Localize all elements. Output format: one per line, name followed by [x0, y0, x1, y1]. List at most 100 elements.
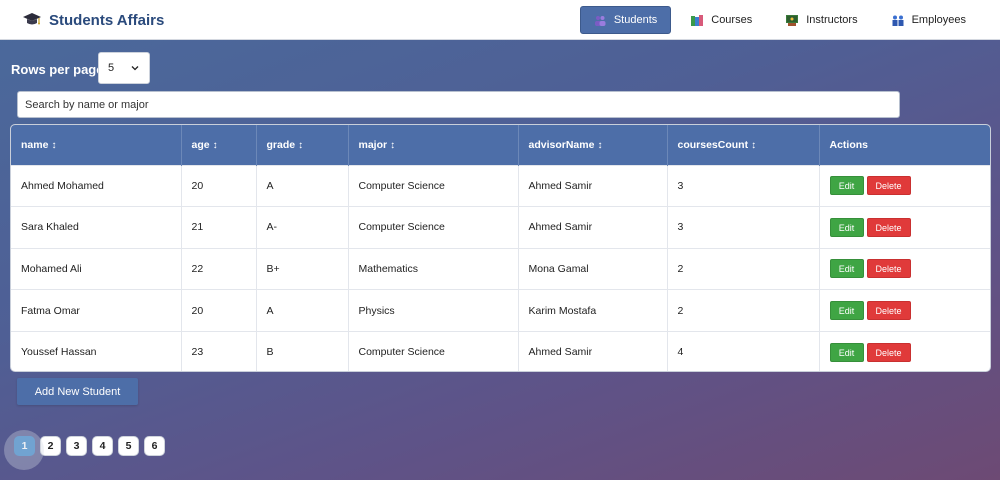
sort-icon: ↕: [751, 139, 757, 151]
cell-age: 22: [181, 248, 257, 290]
nav-students-label: Students: [613, 14, 658, 26]
cell-age: 23: [181, 331, 257, 371]
page-button-1[interactable]: 1: [14, 436, 35, 456]
main-nav: Students Courses Instructors Employees: [574, 6, 980, 34]
rows-per-page-select[interactable]: 5: [98, 52, 150, 84]
cell-major: Physics: [348, 289, 519, 332]
delete-button[interactable]: Delete: [866, 217, 911, 237]
sort-icon: ↕: [298, 139, 304, 151]
add-new-student-button[interactable]: Add New Student: [17, 378, 138, 405]
column-header-label: major: [358, 138, 388, 151]
edit-button[interactable]: Edit: [829, 217, 864, 237]
books-icon: [691, 14, 704, 26]
nav-courses[interactable]: Courses: [677, 6, 766, 34]
column-header-label: coursesCount: [677, 138, 749, 151]
cell-actions: Edit Delete: [819, 207, 990, 249]
edit-button[interactable]: Edit: [829, 176, 864, 196]
column-header-label: age: [191, 138, 210, 151]
cell-grade: A: [256, 289, 349, 332]
column-header-age[interactable]: age ↕: [181, 125, 257, 165]
cell-name: Fatma Omar: [11, 289, 182, 332]
cell-major: Computer Science: [348, 331, 519, 371]
column-header-courses-count[interactable]: coursesCount ↕: [667, 125, 820, 165]
cell-grade: B+: [256, 248, 349, 290]
cell-major: Computer Science: [348, 206, 519, 249]
cell-age: 21: [181, 206, 257, 249]
cell-advisor-name: Mona Gamal: [518, 248, 668, 290]
cell-advisor-name: Karim Mostafa: [518, 289, 668, 332]
cell-grade: B: [256, 331, 349, 371]
table-row: Youssef Hassan 23 B Computer Science Ahm…: [11, 331, 990, 371]
nav-employees[interactable]: Employees: [878, 6, 980, 34]
column-header-actions: Actions: [829, 138, 869, 151]
app-title: Students Affairs: [49, 11, 165, 29]
page-button-6[interactable]: 6: [144, 436, 165, 456]
column-header-name[interactable]: name ↕: [11, 125, 182, 165]
cell-name: Ahmed Mohamed: [11, 165, 182, 207]
students-table: name ↕ age ↕ grade ↕ major ↕ advisorName ↕ co…: [10, 124, 991, 372]
delete-button[interactable]: Delete: [866, 342, 911, 362]
cell-grade: A-: [256, 206, 349, 249]
cell-actions: Edit Delete: [819, 331, 990, 371]
cell-actions: Edit Delete: [819, 248, 990, 290]
page-button-2[interactable]: 2: [40, 436, 61, 456]
page-button-4[interactable]: 4: [92, 436, 113, 456]
delete-button[interactable]: Delete: [866, 259, 911, 279]
column-header-label: name: [21, 138, 49, 151]
chevron-down-icon: [131, 66, 139, 71]
navbar: Students Affairs Students Courses Instru…: [0, 0, 1000, 40]
column-header-grade[interactable]: grade ↕: [256, 125, 349, 165]
cell-courses-count: 3: [667, 165, 820, 207]
cell-advisor-name: Ahmed Samir: [518, 165, 668, 207]
cell-name: Youssef Hassan: [11, 331, 182, 371]
nav-students[interactable]: Students: [579, 6, 672, 34]
column-header-label: grade: [266, 138, 296, 151]
cell-actions: Edit Delete: [819, 290, 990, 332]
column-header-major[interactable]: major ↕: [348, 125, 519, 165]
cell-advisor-name: Ahmed Samir: [518, 331, 668, 371]
table-row: Fatma Omar 20 A Physics Karim Mostafa 2 …: [11, 289, 990, 332]
nav-courses-label: Courses: [711, 14, 753, 26]
employees-icon: [892, 15, 904, 26]
nav-instructors-label: Instructors: [806, 14, 858, 26]
cell-courses-count: 2: [667, 289, 820, 332]
page-button-3[interactable]: 3: [66, 436, 87, 456]
sort-icon: ↕: [51, 139, 57, 151]
delete-button[interactable]: Delete: [866, 176, 911, 196]
cell-major: Mathematics: [348, 248, 519, 290]
instructor-icon: [786, 14, 799, 26]
pagination: 1 2 3 4 5 6: [14, 436, 170, 456]
cell-name: Mohamed Ali: [11, 248, 182, 290]
rows-per-page-label: Rows per page:: [11, 62, 108, 77]
column-header-advisor-name[interactable]: advisorName ↕: [518, 125, 668, 165]
sort-icon: ↕: [390, 139, 396, 151]
graduation-cap-icon: [23, 13, 41, 25]
edit-button[interactable]: Edit: [829, 259, 864, 279]
table-header-row: name ↕ age ↕ grade ↕ major ↕ advisorName ↕ co…: [11, 125, 990, 165]
cell-courses-count: 3: [667, 206, 820, 249]
sort-icon: ↕: [212, 139, 218, 151]
table-row: Mohamed Ali 22 B+ Mathematics Mona Gamal…: [11, 248, 990, 290]
edit-button[interactable]: Edit: [829, 301, 864, 321]
cell-courses-count: 2: [667, 248, 820, 290]
rows-per-page-value: 5: [108, 62, 115, 74]
edit-button[interactable]: Edit: [829, 342, 864, 362]
cell-major: Computer Science: [348, 165, 519, 207]
table-row: Sara Khaled 21 A- Computer Science Ahmed…: [11, 206, 990, 249]
nav-instructors[interactable]: Instructors: [772, 6, 871, 34]
students-icon: [594, 15, 606, 26]
page-button-5[interactable]: 5: [118, 436, 139, 456]
cell-age: 20: [181, 289, 257, 332]
nav-employees-label: Employees: [911, 14, 966, 26]
cell-advisor-name: Ahmed Samir: [518, 206, 668, 249]
column-header-label: advisorName: [528, 138, 595, 151]
cell-name: Sara Khaled: [11, 206, 182, 249]
cell-age: 20: [181, 165, 257, 207]
table-row: Ahmed Mohamed 20 A Computer Science Ahme…: [11, 165, 990, 207]
search-input[interactable]: [17, 91, 900, 118]
sort-icon: ↕: [597, 139, 603, 151]
brand[interactable]: Students Affairs: [22, 11, 164, 29]
delete-button[interactable]: Delete: [866, 301, 911, 321]
cell-courses-count: 4: [667, 331, 820, 371]
cell-actions: Edit Delete: [819, 165, 990, 207]
